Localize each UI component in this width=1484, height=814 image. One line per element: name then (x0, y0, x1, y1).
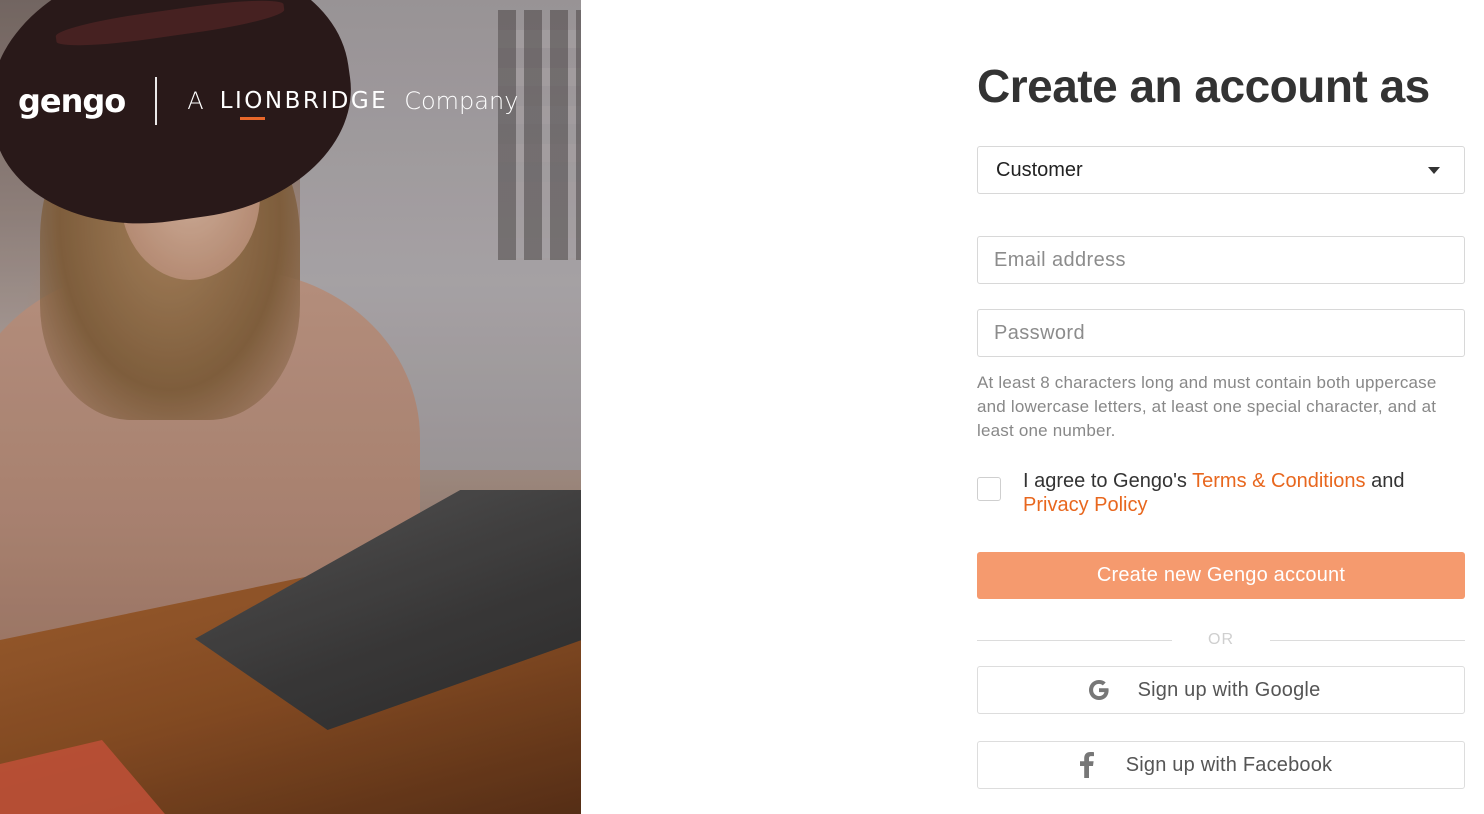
brand-a-text: A (187, 87, 204, 115)
or-divider: OR (977, 631, 1465, 649)
brand-company-text: Company (404, 87, 519, 115)
terms-middle: and (1365, 470, 1405, 492)
terms-text: I agree to Gengo's Terms & Conditions an… (1023, 469, 1404, 517)
google-signup-button[interactable]: Sign up with Google (977, 666, 1465, 714)
signup-form: Create an account as Customer At least 8… (977, 56, 1465, 789)
facebook-f-icon (1072, 752, 1102, 778)
brand-logo[interactable]: gengo A LIONBRIDGE Company (18, 76, 518, 126)
facebook-signup-label: Sign up with Facebook (1125, 753, 1333, 776)
terms-checkbox[interactable] (977, 477, 1001, 501)
create-account-button[interactable]: Create new Gengo account (977, 552, 1465, 599)
terms-prefix: I agree to Gengo's (1023, 470, 1193, 492)
privacy-link[interactable]: Privacy Policy (1023, 494, 1147, 516)
hero-image: gengo A LIONBRIDGE Company (0, 0, 581, 814)
account-type-value: Customer (996, 158, 1083, 181)
google-signup-label: Sign up with Google (1137, 678, 1321, 701)
lionbridge-text: LIONBRIDGE (219, 88, 389, 114)
email-field[interactable] (977, 236, 1465, 284)
or-label: OR (1208, 631, 1234, 648)
chevron-down-icon (1428, 166, 1440, 174)
or-line-left (977, 639, 1172, 641)
account-type-select[interactable]: Customer (977, 146, 1465, 194)
brand-divider (155, 77, 158, 125)
lionbridge-logo: LIONBRIDGE (219, 88, 389, 120)
password-field[interactable] (977, 309, 1465, 357)
facebook-signup-button[interactable]: Sign up with Facebook (977, 741, 1465, 789)
terms-agreement: I agree to Gengo's Terms & Conditions an… (977, 469, 1465, 517)
lionbridge-accent (239, 117, 265, 120)
terms-link[interactable]: Terms & Conditions (1192, 470, 1365, 492)
google-g-icon (1084, 678, 1114, 702)
or-line-right (1270, 639, 1465, 641)
password-hint: At least 8 characters long and must cont… (977, 373, 1437, 440)
gengo-logo: gengo (18, 82, 126, 120)
page-title: Create an account as (977, 60, 1430, 112)
